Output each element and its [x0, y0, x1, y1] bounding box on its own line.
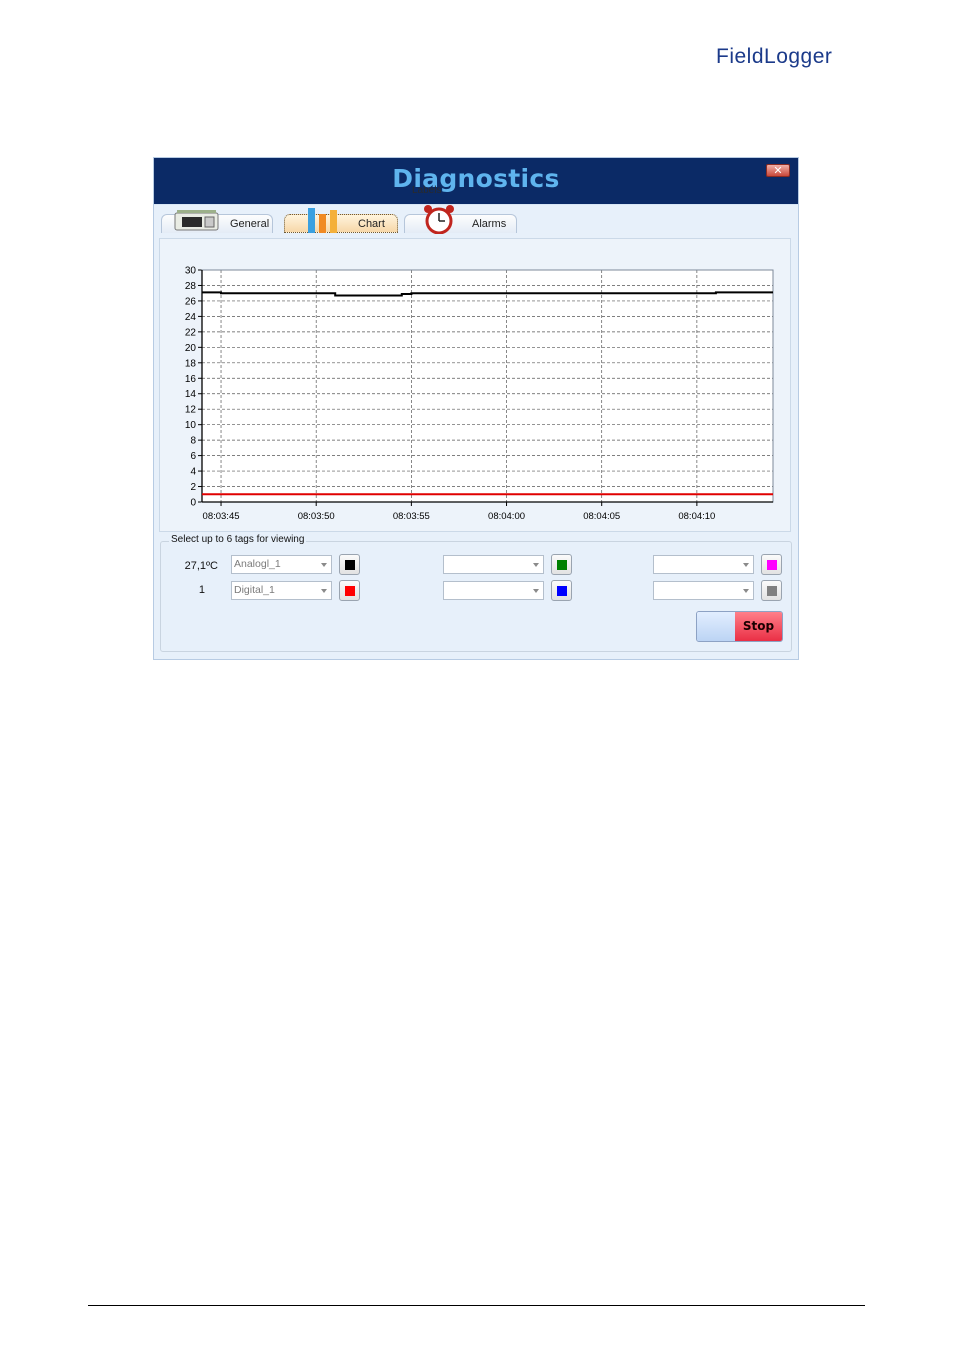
y-tick-label: 2: [190, 482, 196, 493]
x-tick-label: 08:04:00: [488, 511, 525, 522]
tag-select-2-1[interactable]: Digital_1: [231, 581, 332, 600]
color-button-2-2[interactable]: [551, 580, 572, 601]
chevron-down-icon: [743, 589, 749, 593]
color-swatch: [767, 586, 777, 596]
color-button-2-1[interactable]: [339, 580, 360, 601]
tag-select-1-2[interactable]: [443, 555, 544, 574]
window-title: Diagnostics: [392, 164, 560, 193]
tab-general-label: General: [230, 218, 270, 230]
y-tick-label: 6: [190, 451, 196, 462]
color-swatch: [345, 560, 355, 570]
footer-rule: [88, 1305, 865, 1306]
y-tick-label: 22: [185, 327, 197, 338]
line-chart: 02468101214161820222426283008:03:45 08:03…: [185, 266, 774, 522]
chart-panel: 0 2 4 6 8 10 12 14 16 18 20 22 24 26 28 30 08:03:45 08:03…: [159, 238, 791, 532]
tag-selector-title: Select up to 6 tags for viewing: [169, 534, 307, 545]
y-tick-label: 18: [185, 358, 197, 369]
tag-select-1-3[interactable]: [653, 555, 754, 574]
y-tick-label: 0: [190, 498, 196, 509]
y-tick-label: 14: [185, 389, 197, 400]
stop-button[interactable]: Stop: [735, 612, 782, 641]
y-tick-label: 10: [185, 420, 197, 431]
y-tick-label: 16: [185, 374, 197, 385]
y-tick-label: 28: [185, 281, 197, 292]
tag-value-2: 1: [198, 584, 205, 596]
tag-value-1: 27,1ºC: [184, 560, 218, 572]
bar-chart-icon: [308, 208, 337, 233]
x-tick-label: 08:04:10: [678, 511, 715, 522]
tag-select-2-1-value: Digital_1: [234, 584, 275, 596]
tab-chart[interactable]: Chart: [284, 208, 398, 233]
x-tick-label: 08:03:45: [203, 511, 240, 522]
start-stop-control: Stop: [696, 611, 783, 642]
tab-alarms-label: Alarms: [472, 218, 507, 230]
color-button-2-3[interactable]: [761, 580, 782, 601]
chevron-down-icon: [533, 563, 539, 567]
tab-chart-label: Chart: [358, 218, 385, 230]
color-button-1-2[interactable]: [551, 554, 572, 575]
logo-text: FieldLogger: [716, 45, 832, 68]
y-tick-label: 12: [185, 405, 197, 416]
chevron-down-icon: [321, 563, 327, 567]
y-tick-label: 24: [185, 312, 197, 323]
tag-select-2-3[interactable]: [653, 581, 754, 600]
close-icon: ✕: [773, 164, 783, 177]
y-tick-label: 8: [190, 436, 196, 447]
device-icon: [174, 210, 219, 231]
color-swatch: [557, 560, 567, 570]
chevron-down-icon: [533, 589, 539, 593]
x-tick-label: 08:03:50: [298, 511, 335, 522]
x-tick-label: 08:04:05: [583, 511, 620, 522]
plot-area: [202, 270, 773, 502]
color-swatch: [557, 586, 567, 596]
x-tick-label: 08:03:55: [393, 511, 430, 522]
y-tick-label: 30: [185, 266, 197, 277]
start-button[interactable]: [697, 612, 736, 641]
title-bar: Diagnostics Labels ✕: [154, 158, 798, 205]
color-button-1-1[interactable]: [339, 554, 360, 575]
color-button-1-3[interactable]: [761, 554, 782, 575]
fieldlogger-logo: FieldLogger: [716, 43, 866, 69]
tag-select-2-2[interactable]: [443, 581, 544, 600]
title-overlay-label: Labels: [412, 185, 442, 196]
color-swatch: [767, 560, 777, 570]
chevron-down-icon: [743, 563, 749, 567]
y-tick-label: 20: [185, 343, 197, 354]
tab-strip: General Chart Alarms: [158, 205, 798, 234]
y-tick-label: 26: [185, 296, 197, 307]
chevron-down-icon: [321, 589, 327, 593]
tab-general[interactable]: General: [161, 210, 273, 233]
tag-select-1-1-value: Analogl_1: [234, 558, 281, 570]
y-tick-label: 4: [190, 467, 196, 478]
alarm-clock-icon: [424, 205, 454, 234]
tag-select-1-1[interactable]: Analogl_1: [231, 555, 332, 574]
diagnostics-window: Diagnostics Labels ✕ General Chart Alarm…: [153, 157, 799, 660]
tab-alarms[interactable]: Alarms: [404, 205, 517, 234]
color-swatch: [345, 586, 355, 596]
close-button[interactable]: ✕: [766, 164, 790, 177]
